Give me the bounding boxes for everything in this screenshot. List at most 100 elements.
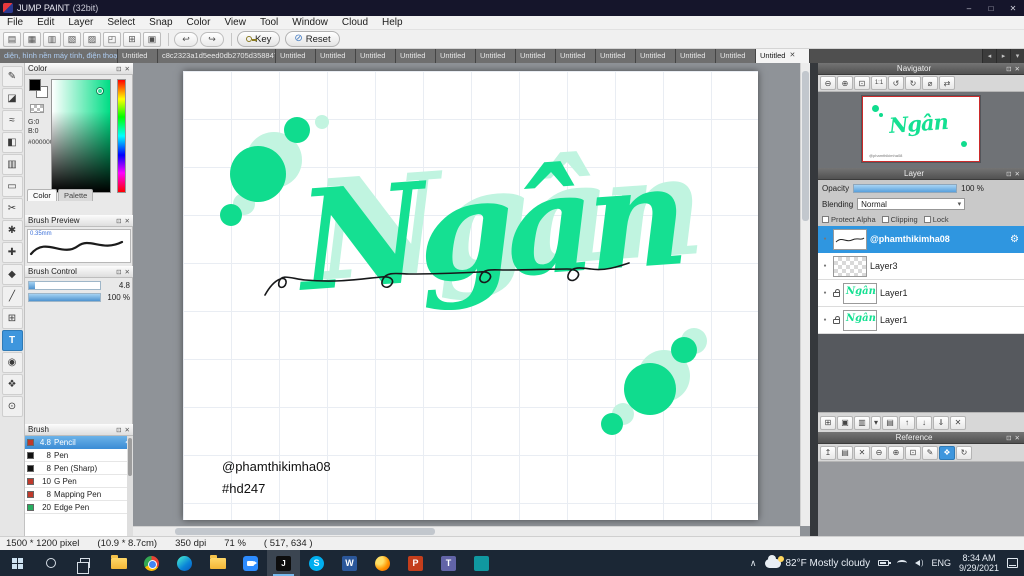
taskbar-word[interactable]: W	[333, 550, 366, 576]
fit-button[interactable]: ⊡	[905, 445, 921, 460]
hue-bar[interactable]	[117, 79, 126, 193]
saturation-value-box[interactable]	[51, 79, 111, 193]
taskbar-file-explorer[interactable]	[102, 550, 135, 576]
fit-window-button[interactable]: ⊡	[854, 76, 870, 90]
language-indicator[interactable]: ENG	[931, 558, 951, 568]
document-tab[interactable]: Untitled	[676, 49, 716, 63]
tray-expand-icon[interactable]: ∧	[750, 558, 757, 569]
document-tab[interactable]: Untitled	[596, 49, 636, 63]
document-tab[interactable]: Untitled	[516, 49, 556, 63]
protect-alpha-checkbox[interactable]	[822, 215, 829, 223]
start-button[interactable]	[0, 550, 34, 576]
taskbar-chrome[interactable]	[135, 550, 168, 576]
lock-icon[interactable]	[833, 289, 840, 297]
taskbar-clock[interactable]: 8:34 AM 9/29/2021	[959, 553, 999, 573]
grid-button[interactable]: ⊞	[123, 31, 141, 47]
menu-item-cloud[interactable]: Cloud	[335, 16, 375, 30]
close-panel-icon[interactable]: ✕	[125, 217, 130, 225]
document-tab[interactable]: Untitled	[396, 49, 436, 63]
layer-row[interactable]: ● Ngân Layer1	[818, 307, 1024, 334]
close-panel-icon[interactable]: ✕	[125, 65, 130, 73]
layer-visibility-icon[interactable]: ●	[820, 263, 830, 269]
brush-item-pen-sharp[interactable]: 8 Pen (Sharp)	[25, 462, 133, 475]
layer-row[interactable]: ● Ngân Layer1	[818, 280, 1024, 307]
dock-icon[interactable]: ⊡	[1006, 65, 1011, 73]
dock-icon[interactable]: ⊡	[1006, 434, 1011, 442]
magic-wand-tool[interactable]: ✱	[1, 220, 23, 241]
brush-item-pen[interactable]: 8 Pen	[25, 449, 133, 462]
reset-button[interactable]: ⊘ Reset	[285, 31, 340, 47]
layer-visibility-icon[interactable]: ●	[820, 317, 830, 323]
taskbar-firefox[interactable]	[366, 550, 399, 576]
export-button[interactable]: ▨	[83, 31, 101, 47]
document-tab[interactable]: Untitled	[316, 49, 356, 63]
smudge-tool[interactable]: ≈	[1, 110, 23, 131]
add-layer-button[interactable]: ⊞	[820, 415, 836, 430]
document-tab-active[interactable]: Untitled ✕	[756, 49, 810, 63]
taskbar-zoom[interactable]	[234, 550, 267, 576]
delete-layer-button[interactable]: ✕	[950, 415, 966, 430]
taskbar-powerpoint[interactable]: P	[399, 550, 432, 576]
zoom-tool[interactable]: ⊙	[1, 396, 23, 417]
hand-tool[interactable]: ❖	[1, 374, 23, 395]
zoom-in-button[interactable]: ⊕	[837, 76, 853, 90]
merge-layer-button[interactable]: ⇓	[933, 415, 949, 430]
menu-item-window[interactable]: Window	[285, 16, 335, 30]
tab-scroll-left-button[interactable]: ◂	[982, 49, 996, 63]
clear-image-button[interactable]: ✕	[854, 445, 870, 460]
duplicate-layer-button[interactable]: ▣	[837, 415, 853, 430]
select-tool[interactable]: ▭	[1, 176, 23, 197]
protect-alpha-option[interactable]: Protect Alpha	[822, 215, 876, 224]
panel-splitter[interactable]	[810, 63, 818, 536]
brush-item-edge-pen[interactable]: 20 Edge Pen	[25, 501, 133, 514]
flip-view-button[interactable]: ⇄	[939, 76, 955, 90]
open-image-button[interactable]: ▤	[837, 445, 853, 460]
menu-item-tool[interactable]: Tool	[253, 16, 285, 30]
tab-scroll-right-button[interactable]: ▸	[996, 49, 1010, 63]
original-size-button[interactable]: 1:1	[871, 76, 887, 90]
dock-icon[interactable]: ⊡	[116, 217, 121, 225]
clipping-option[interactable]: Clipping	[881, 215, 918, 224]
taskbar-teams[interactable]: T	[432, 550, 465, 576]
taskbar-teal-app[interactable]	[465, 550, 498, 576]
close-panel-icon[interactable]: ✕	[1015, 170, 1020, 178]
zoom-out-button[interactable]: ⊖	[820, 76, 836, 90]
open-file-button[interactable]: ▦	[23, 31, 41, 47]
document-tab[interactable]: Untitled	[118, 49, 158, 63]
menu-item-help[interactable]: Help	[375, 16, 410, 30]
close-panel-icon[interactable]: ✕	[1015, 434, 1020, 442]
taskbar-jump-paint-active[interactable]: J	[267, 550, 300, 576]
taskbar-edge[interactable]	[168, 550, 201, 576]
dock-icon[interactable]: ⊡	[1006, 170, 1011, 178]
save-button[interactable]: ▥	[43, 31, 61, 47]
document-tab[interactable]: Untitled	[636, 49, 676, 63]
close-button[interactable]: ✕	[1002, 0, 1024, 16]
layer-row-selected[interactable]: ● @phamthikimha08 ⚙	[818, 226, 1024, 253]
layer-visibility-icon[interactable]: ●	[820, 236, 830, 242]
color-tab[interactable]: Color	[27, 189, 57, 201]
zoom-in-button[interactable]: ⊕	[888, 445, 904, 460]
move-tool[interactable]: ✚	[1, 242, 23, 263]
volume-icon[interactable]: )	[915, 560, 923, 567]
tab-list-button[interactable]: ▾	[1010, 49, 1024, 63]
key-button[interactable]: Key	[237, 31, 281, 47]
transparent-color-swatch[interactable]	[30, 104, 44, 113]
menu-item-view[interactable]: View	[217, 16, 253, 30]
brush-opacity-slider[interactable]	[28, 293, 101, 302]
line-tool[interactable]: ╱	[1, 286, 23, 307]
battery-icon[interactable]	[878, 560, 892, 566]
brush-item-g-pen[interactable]: 10 G Pen	[25, 475, 133, 488]
shape-tool[interactable]: ◆	[1, 264, 23, 285]
lock-checkbox[interactable]	[923, 215, 931, 223]
dock-icon[interactable]: ⊡	[116, 426, 121, 434]
undo-button[interactable]: ↩	[174, 31, 198, 47]
brush-item-mapping-pen[interactable]: 8 Mapping Pen	[25, 488, 133, 501]
new-canvas-button[interactable]: ▤	[3, 31, 21, 47]
layer-menu-caret[interactable]: ▾	[871, 415, 881, 430]
brush-size-slider[interactable]	[28, 281, 101, 290]
menu-item-file[interactable]: File	[0, 16, 30, 30]
canvas-vertical-scrollbar[interactable]	[800, 63, 810, 526]
blending-select[interactable]: Normal ▾	[857, 198, 966, 210]
menu-item-select[interactable]: Select	[100, 16, 142, 30]
save-as-button[interactable]: ▧	[63, 31, 81, 47]
